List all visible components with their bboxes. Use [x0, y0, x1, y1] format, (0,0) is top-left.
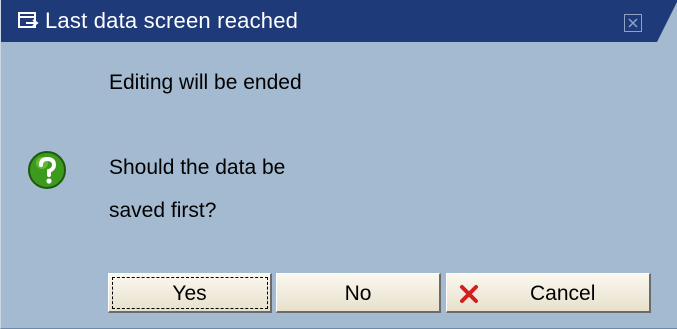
yes-button[interactable]: Yes	[108, 273, 272, 313]
message-line-2: Should the data be	[109, 156, 286, 179]
no-button-label: No	[344, 282, 372, 305]
cancel-x-icon	[460, 285, 478, 303]
no-button[interactable]: No	[276, 273, 441, 313]
cancel-button[interactable]: Cancel	[446, 273, 651, 313]
dialog-title: Last data screen reached	[45, 8, 299, 33]
message-line-3: saved first?	[109, 199, 217, 222]
message-line-1: Editing will be ended	[109, 71, 302, 94]
title-bar[interactable]: Last data screen reached	[1, 0, 677, 42]
question-icon	[28, 151, 66, 189]
window-icon	[18, 12, 39, 28]
dialog: Last data screen reached Editing will be…	[0, 0, 677, 329]
close-icon[interactable]	[624, 14, 642, 32]
cancel-button-label: Cancel	[530, 282, 596, 305]
yes-button-label: Yes	[172, 282, 207, 305]
